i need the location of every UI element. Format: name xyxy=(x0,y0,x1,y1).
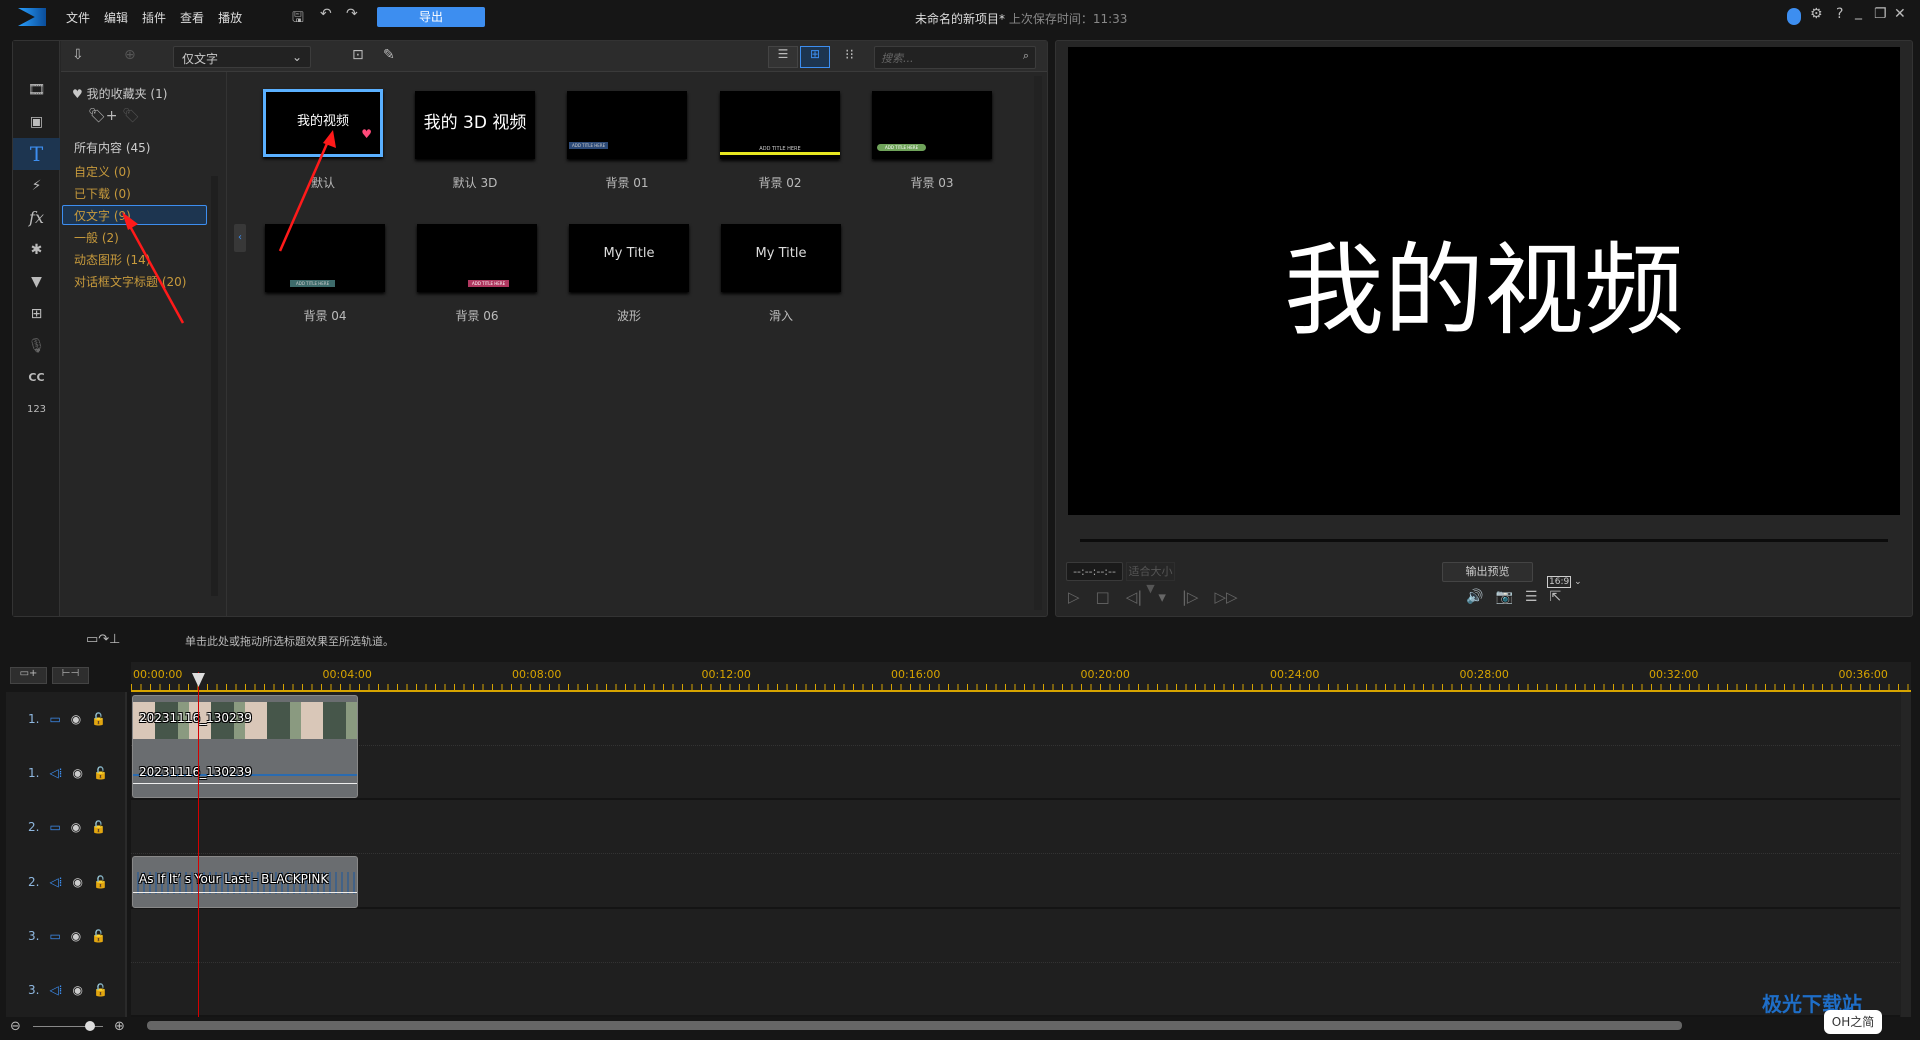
ruler-tick-label: 00:36:00 xyxy=(1838,668,1888,681)
playback-controls: ▷ □ ◁| ▾ |▷ ▷▷ xyxy=(1068,588,1238,606)
zoom-out-icon[interactable]: ⊖ xyxy=(10,1019,21,1034)
volume-line[interactable] xyxy=(133,783,357,784)
track-number: 1. xyxy=(28,766,40,781)
track-manager-button[interactable]: ▭+ xyxy=(10,667,47,684)
watermark-badge: OH之简 xyxy=(1824,1010,1882,1034)
fit-size-dropdown[interactable]: 适合大小 ▼ xyxy=(1126,562,1175,595)
preview-seekbar[interactable] xyxy=(1080,539,1888,542)
play-icon[interactable]: ▷ xyxy=(1068,588,1080,606)
ruler-tick-label: 00:00:00 xyxy=(133,668,183,681)
audio-track-icon: ◁⁞ xyxy=(49,874,63,889)
output-preview-button[interactable]: 输出预览 xyxy=(1442,562,1533,582)
ruler-tick-label: 00:20:00 xyxy=(1080,668,1130,681)
visibility-eye-icon[interactable]: ◉ xyxy=(73,983,83,997)
ruler-tick-label: 00:28:00 xyxy=(1459,668,1509,681)
timecode-display[interactable]: --:--:--:-- xyxy=(1066,562,1123,581)
preview-title-text: 我的视频 xyxy=(1284,231,1684,349)
track-number: 3. xyxy=(28,983,40,997)
zoom-slider[interactable] xyxy=(33,1021,103,1031)
track-number: 2. xyxy=(28,820,40,835)
audio-track-icon: ◁⁞ xyxy=(49,983,63,997)
unlock-icon[interactable]: 🔓 xyxy=(91,929,106,943)
visibility-eye-icon[interactable]: ◉ xyxy=(71,712,81,726)
unlock-icon[interactable]: 🔓 xyxy=(91,820,106,834)
volume-line[interactable] xyxy=(133,892,357,893)
mark-icon[interactable]: ▾ xyxy=(1158,588,1166,606)
timeline-hscroll[interactable] xyxy=(147,1021,1682,1030)
video-clip[interactable]: 20231116_130239 20231116_130239 xyxy=(132,695,358,798)
audio-track-header[interactable]: 3. ◁⁞ ◉ 🔓 xyxy=(6,963,127,1017)
zoom-slider-thumb[interactable] xyxy=(85,1021,95,1031)
next-frame-icon[interactable]: |▷ xyxy=(1182,588,1199,606)
visibility-eye-icon[interactable]: ◉ xyxy=(71,820,81,834)
timeline-vscroll[interactable] xyxy=(1901,692,1911,1017)
track-row[interactable] xyxy=(131,746,1900,801)
audio-track-icon: ◁⁞ xyxy=(49,766,63,781)
visibility-eye-icon[interactable]: ◉ xyxy=(73,875,83,889)
track-number: 2. xyxy=(28,874,40,889)
unlock-icon[interactable]: 🔓 xyxy=(93,875,108,889)
track-row[interactable] xyxy=(131,800,1900,855)
video-track-header[interactable]: 2. ▭ ◉ 🔓 xyxy=(6,800,127,854)
zoom-in-icon[interactable]: ⊕ xyxy=(114,1019,125,1034)
track-row[interactable] xyxy=(131,692,1900,746)
ruler-tick-label: 00:04:00 xyxy=(322,668,372,681)
visibility-eye-icon[interactable]: ◉ xyxy=(73,766,83,780)
track-row[interactable] xyxy=(131,855,1900,909)
track-row[interactable] xyxy=(131,909,1900,963)
ruler-tick-label: 00:32:00 xyxy=(1649,668,1699,681)
track-number: 3. xyxy=(28,928,40,943)
track-row[interactable] xyxy=(131,963,1900,1017)
video-track-icon: ▭ xyxy=(49,928,61,943)
snapshot-icon[interactable]: 📷 xyxy=(1495,589,1512,605)
visibility-eye-icon[interactable]: ◉ xyxy=(71,929,81,943)
music-clip-name: As If It’ s Your Last - BLACKPINK xyxy=(139,872,329,886)
unlock-icon[interactable]: 🔓 xyxy=(93,983,108,997)
unlock-icon[interactable]: 🔓 xyxy=(93,766,108,780)
prev-frame-icon[interactable]: ◁| xyxy=(1126,588,1143,606)
playhead[interactable] xyxy=(198,672,199,1017)
undock-icon[interactable]: ⇱ xyxy=(1549,589,1561,605)
audio-track-header[interactable]: 2. ◁⁞ ◉ 🔓 xyxy=(6,855,127,909)
track-number: 1. xyxy=(28,712,40,726)
video-track-header[interactable]: 3. ▭ ◉ 🔓 xyxy=(6,909,127,963)
timeline-hint[interactable]: 单击此处或拖动所选标题效果至所选轨道。 xyxy=(185,633,394,649)
video-clip-name: 20231116_130239 xyxy=(139,711,252,725)
ruler-tick-label: 00:12:00 xyxy=(701,668,751,681)
unlock-icon[interactable]: 🔓 xyxy=(91,712,106,726)
volume-icon[interactable]: 🔊 xyxy=(1466,589,1483,605)
ruler-tick-label: 00:08:00 xyxy=(512,668,562,681)
timeline-toolbar-icons[interactable]: ▭↷⊥ xyxy=(86,632,121,647)
aspect-ratio-dropdown[interactable]: 16:9 ⌄ xyxy=(1547,576,1582,588)
fast-forward-icon[interactable]: ▷▷ xyxy=(1214,588,1237,606)
stop-icon[interactable]: □ xyxy=(1096,588,1110,606)
aspect-value: 16:9 xyxy=(1547,576,1572,588)
video-track-icon: ▭ xyxy=(49,820,61,835)
preview-tools: 🔊 📷 ☰ ⇱ xyxy=(1466,589,1561,605)
ruler-tick-label: 00:16:00 xyxy=(891,668,941,681)
music-clip[interactable]: As If It’ s Your Last - BLACKPINK xyxy=(132,856,358,908)
audio-track-header[interactable]: 1. ◁⁞ ◉ 🔓 xyxy=(6,746,127,800)
preview-screen: 我的视频 xyxy=(1068,47,1900,515)
fit-timeline-button[interactable]: ⊢⊣ xyxy=(52,667,89,684)
video-track-header[interactable]: 1. ▭ ◉ 🔓 xyxy=(6,692,127,746)
video-track-icon: ▭ xyxy=(49,712,61,726)
list-icon[interactable]: ☰ xyxy=(1525,589,1538,605)
timeline-ruler[interactable] xyxy=(131,662,1911,692)
ruler-tick-label: 00:24:00 xyxy=(1270,668,1320,681)
audio-clip-name: 20231116_130239 xyxy=(139,765,252,779)
